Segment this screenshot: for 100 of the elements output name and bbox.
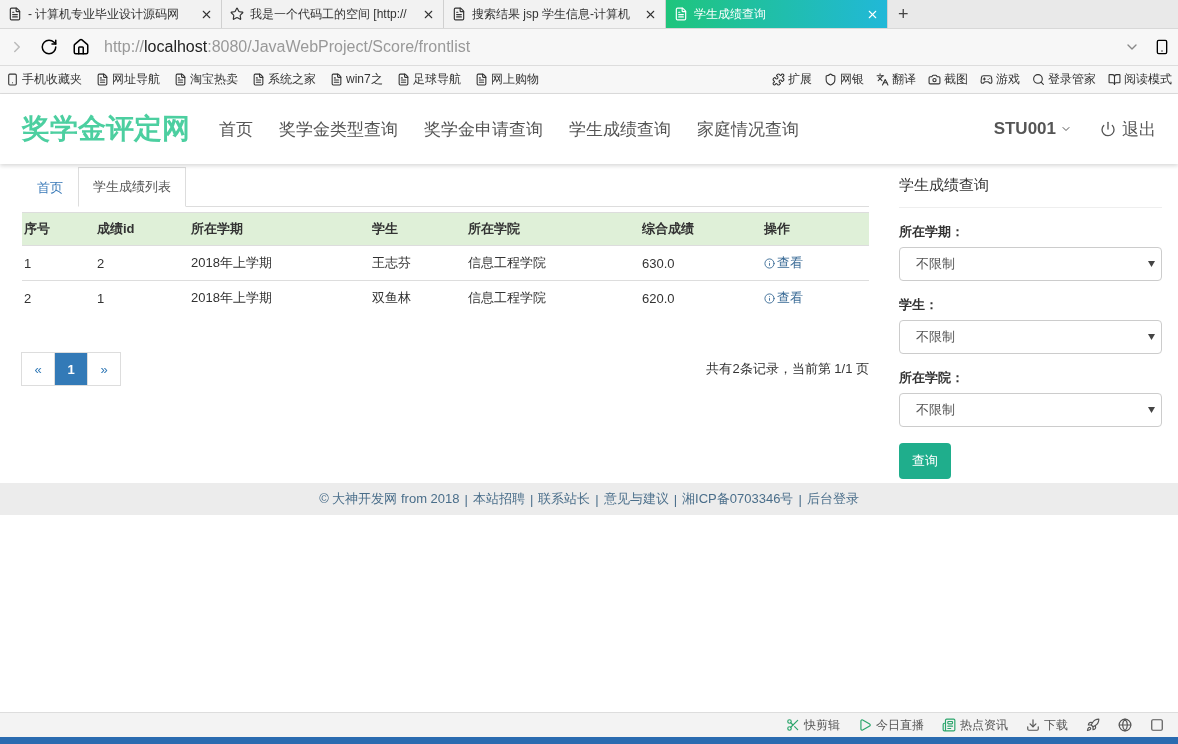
footer-link[interactable]: 本站招聘 [472, 490, 525, 508]
column-header: 序号 [22, 212, 95, 246]
toolbar-button[interactable]: 阅读模式 [1108, 71, 1172, 88]
previous-page-button[interactable]: « [21, 352, 55, 386]
star-icon [230, 7, 244, 21]
caret-icon [1148, 407, 1155, 413]
gamepad-icon [980, 73, 993, 86]
table-cell: 620.0 [640, 280, 762, 315]
select-field[interactable]: 不限制 [899, 393, 1162, 427]
status-button[interactable]: 热点资讯 [942, 716, 1008, 734]
window-icon [1150, 718, 1164, 732]
toolbar-button[interactable]: 翻译 [876, 71, 916, 88]
download-icon [1026, 718, 1040, 732]
toolbar-button[interactable]: 截图 [928, 71, 968, 88]
power-icon [1100, 121, 1116, 137]
caret-icon [1148, 261, 1155, 267]
breadcrumb-tab[interactable]: 学生成绩列表 [78, 167, 186, 207]
bookmark-link[interactable]: 网址导航 [96, 71, 160, 88]
phone-icon [1154, 39, 1170, 55]
footer-link[interactable]: 后台登录 [806, 490, 859, 508]
toolbar-button[interactable]: 网银 [824, 71, 864, 88]
page-icon [452, 7, 466, 21]
separator-text: | [529, 491, 534, 507]
camera-icon [928, 73, 941, 86]
column-header: 所在学期 [189, 212, 370, 246]
page-icon [474, 73, 488, 86]
status-button[interactable]: 今日直播 [858, 716, 924, 734]
bookmark-link[interactable]: 网上购物 [474, 71, 539, 88]
page-icon [330, 73, 343, 86]
table-cell: 1 [22, 245, 95, 281]
copyright-text: © 大神开发网 from 2018 [319, 490, 460, 508]
play-icon [858, 718, 872, 732]
search-icon [1032, 73, 1045, 86]
page-icon [8, 7, 22, 21]
next-page-button[interactable]: » [87, 352, 121, 386]
nav-link[interactable]: 奖学金类型查询 [266, 117, 411, 141]
separator-text: | [673, 491, 678, 507]
table-cell: 1 [95, 280, 189, 315]
bookmark-link[interactable]: 系统之家 [252, 71, 316, 88]
footer-link[interactable]: 联系站长 [538, 490, 591, 508]
shield-icon [824, 73, 837, 86]
nav-link[interactable]: 家庭情况查询 [684, 117, 812, 141]
bookmark-link[interactable]: 淘宝热卖 [174, 71, 238, 88]
info-icon [764, 257, 775, 269]
puzzle-icon [772, 73, 785, 86]
select-field[interactable]: 不限制 [899, 320, 1162, 354]
column-header: 成绩id [95, 212, 189, 246]
caret-icon [1148, 334, 1155, 340]
translate-icon [876, 73, 889, 86]
nav-link[interactable]: 首页 [206, 117, 266, 141]
page-icon [252, 73, 265, 86]
column-header: 学生 [370, 212, 466, 246]
panel-title: 学生成绩查询 [899, 166, 1162, 208]
status-button[interactable]: 快剪辑 [786, 716, 840, 734]
table-cell: 2018年上学期 [189, 245, 370, 281]
nav-link[interactable]: 学生成绩查询 [556, 117, 684, 141]
table-cell: 双鱼林 [370, 280, 466, 315]
page-icon [174, 73, 187, 86]
scissors-icon [786, 718, 800, 732]
page-icon [96, 73, 109, 86]
table-cell: 2 [22, 280, 95, 315]
book-icon [1108, 73, 1121, 86]
new-tab-button[interactable]: + [888, 0, 919, 28]
footer-link[interactable]: 湘ICP备0703346号 [682, 490, 794, 508]
page-icon [396, 73, 410, 86]
separator-text: | [595, 491, 599, 507]
column-header: 所在学院 [466, 212, 640, 246]
table-cell: 信息工程学院 [466, 245, 640, 281]
table-cell: 2 [95, 245, 189, 281]
table-cell: 信息工程学院 [466, 280, 640, 315]
browser-tab[interactable]: 我是一个代码工的空间 [http:// [222, 0, 444, 28]
browser-tab[interactable]: 搜索结果 jsp 学生信息-计算机 [444, 0, 666, 28]
footer-link[interactable]: 意见与建议 [603, 490, 669, 508]
page-button[interactable]: 1 [54, 352, 88, 386]
toolbar-button[interactable]: 游戏 [980, 71, 1020, 88]
newspaper-icon [942, 718, 956, 732]
info-icon [764, 292, 775, 304]
select-field[interactable]: 不限制 [899, 247, 1162, 281]
bookmark-link[interactable]: 足球导航 [396, 71, 461, 88]
separator-text: | [464, 491, 468, 507]
table-cell: 王志芬 [370, 245, 466, 281]
bookmark-link[interactable]: 手机收藏夹 [6, 71, 82, 88]
reload-icon [40, 38, 58, 56]
nav-link[interactable]: 奖学金申请查询 [411, 117, 556, 141]
record-summary: 共有2条记录，当前第 1/1 页 [706, 360, 869, 378]
logout-link[interactable]: 退出 [1100, 117, 1156, 141]
column-header: 综合成绩 [640, 212, 762, 246]
rocket-icon [1086, 718, 1100, 732]
view-link[interactable]: 查看 [764, 254, 803, 272]
toolbar-button[interactable]: 扩展 [772, 71, 812, 88]
column-header: 操作 [762, 212, 869, 246]
user-menu[interactable]: STU001 [993, 119, 1072, 139]
globe-icon [1118, 718, 1132, 732]
separator-text: | [798, 491, 802, 507]
view-link[interactable]: 查看 [764, 289, 803, 307]
toolbar-button[interactable]: 登录管家 [1032, 71, 1096, 88]
bookmark-link[interactable]: win7之 [330, 71, 383, 88]
home-icon [72, 38, 90, 56]
status-button[interactable]: 下载 [1026, 716, 1068, 734]
browser-tab[interactable]: - 计算机专业毕业设计源码网 [0, 0, 222, 28]
